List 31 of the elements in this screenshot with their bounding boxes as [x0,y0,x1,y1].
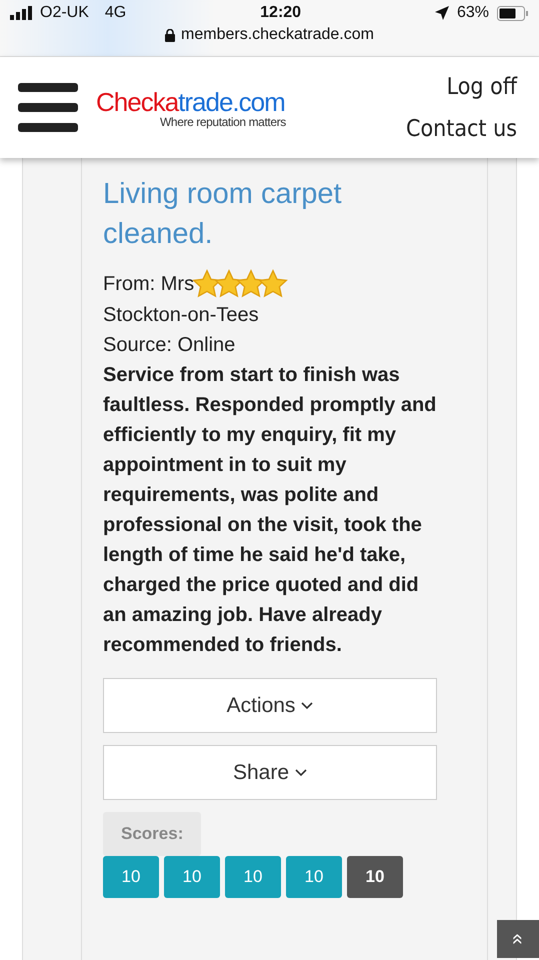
score-badge: 10 [164,856,220,898]
battery-percent: 63% [456,4,489,22]
clock-time: 12:20 [260,4,302,22]
score-badge: 10 [286,856,342,898]
menu-icon[interactable] [18,82,78,132]
back-to-top-button[interactable]: « [497,920,539,958]
score-badge: 10 [347,856,403,898]
from-label: From: Mrs [103,272,194,297]
lock-icon [165,28,176,42]
location-arrow-icon [434,6,449,20]
nav-link[interactable]: Contact us [406,116,517,142]
from-place: Stockton-on-Tees [103,303,259,328]
battery-icon [496,6,529,20]
review-source: Source: Online [103,333,236,358]
caret-icon [301,702,314,710]
carrier-name: O2-UK [40,4,89,22]
score-badge: 10 [103,856,159,898]
network-type: 4G [104,4,126,22]
score-badge: 10 [225,856,281,898]
scores-label: Scores: [103,812,202,856]
nav-link[interactable]: Log off [446,74,517,100]
logo-tagline: Where reputation matters [160,114,287,128]
url-text[interactable]: members.checkatrade.com [181,26,374,44]
caret-icon [295,768,308,776]
review-text: Service from start to finish was faultless. Responded promptly and efficiently to my enquiry, fit my appointment in to suit my requirements, was polite and professional on the visit, took the length of time he said he'd take, charged the price quoted and did an amazing job. Have already recommended to friends. [103,363,437,658]
dropdown-button[interactable]: Actions [103,678,437,733]
review-title: Living room carpet cleaned. [103,177,343,252]
star-icon [256,268,290,300]
dropdown-button[interactable]: Share [103,745,437,800]
logo[interactable]: Checkatrade.com [96,86,406,118]
signal-icon [10,6,32,20]
